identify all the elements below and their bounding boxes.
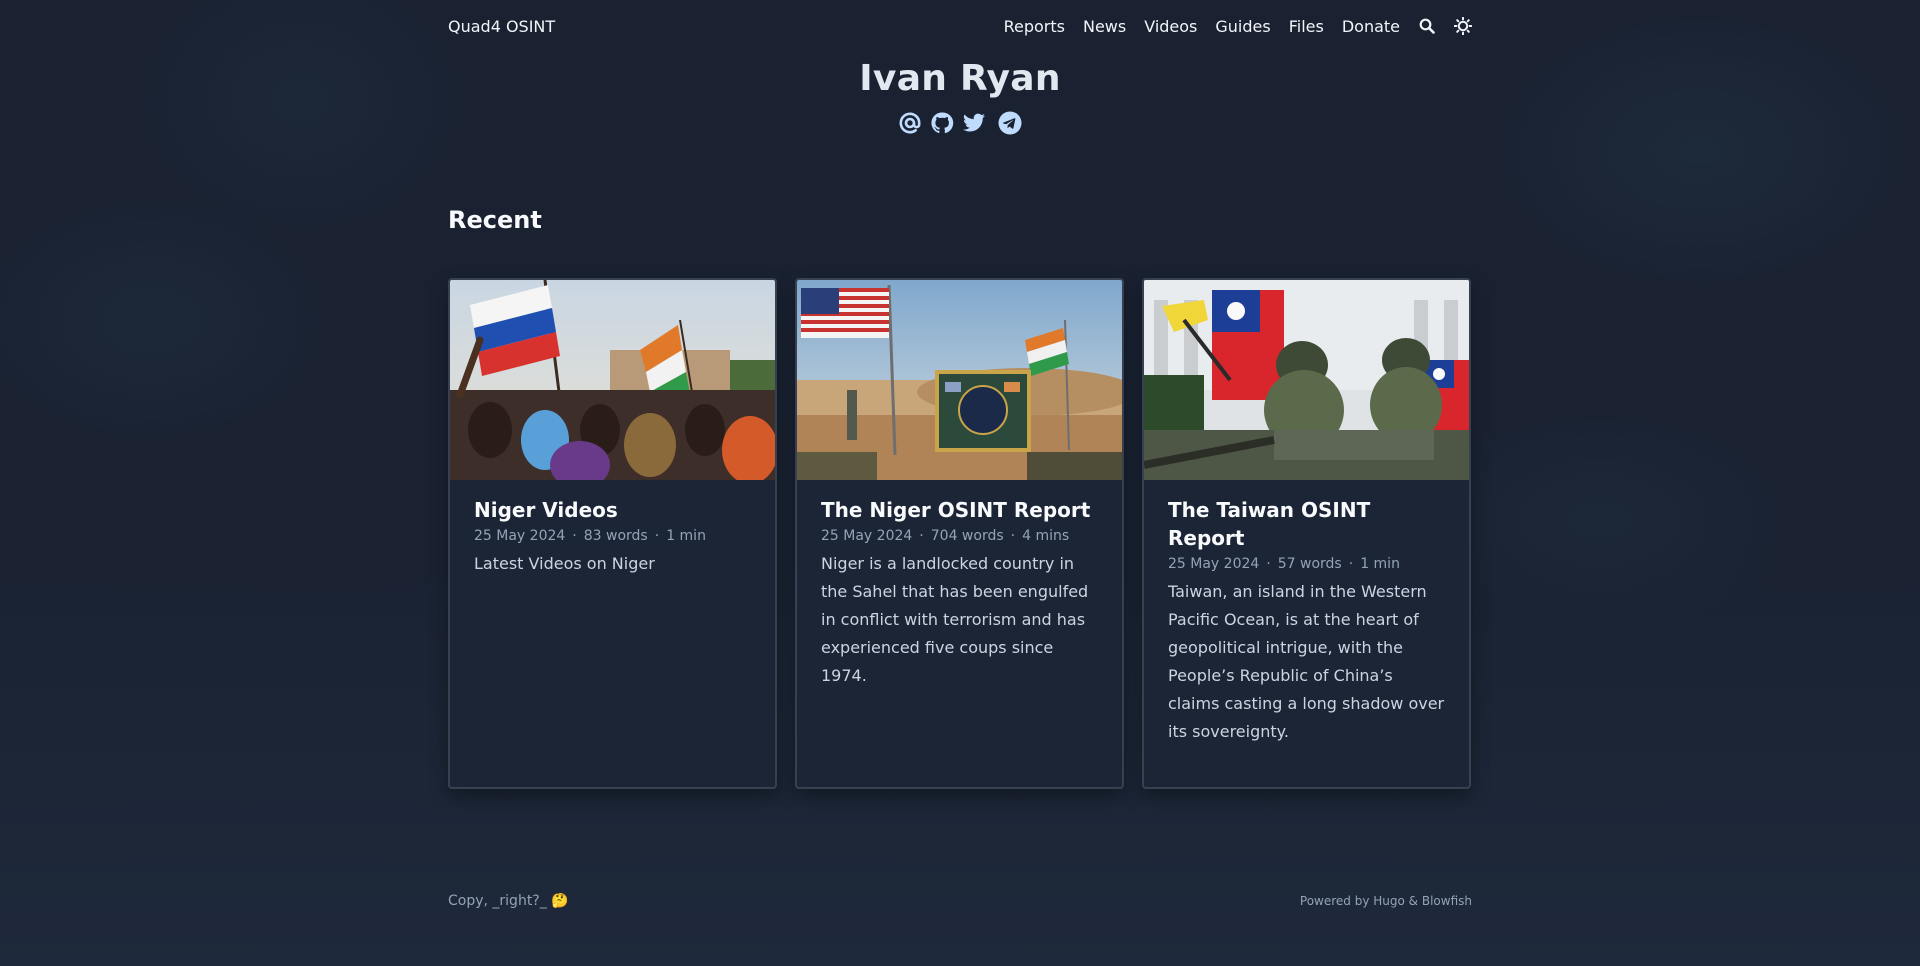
card-word-count: 704 words bbox=[930, 528, 1004, 544]
card-word-count: 83 words bbox=[583, 528, 648, 544]
author-hero: Ivan Ryan bbox=[448, 54, 1472, 136]
card-meta: 25 May 2024 · 83 words · 1 min bbox=[474, 526, 751, 546]
card-date: 25 May 2024 bbox=[474, 528, 566, 544]
card-read-time: 1 min bbox=[666, 528, 706, 544]
card-body: The Niger OSINT Report 25 May 2024 · 704 w… bbox=[797, 480, 1122, 706]
recent-heading: Recent bbox=[448, 206, 542, 234]
card-date: 25 May 2024 bbox=[821, 528, 913, 544]
page-container: Quad4 OSINT Reports News Videos Guides F… bbox=[448, 0, 1472, 909]
card-body: Niger Videos 25 May 2024 · 83 words · 1 min … bbox=[450, 480, 775, 594]
site-title-link[interactable]: Quad4 OSINT bbox=[448, 17, 555, 36]
recent-cards: Niger Videos 25 May 2024 · 83 words · 1 min … bbox=[448, 278, 1472, 789]
card-read-time: 1 min bbox=[1360, 556, 1400, 572]
meta-separator: · bbox=[572, 528, 577, 544]
main-nav: Reports News Videos Guides Files Donate bbox=[986, 17, 1472, 36]
nav-item-news[interactable]: News bbox=[1083, 17, 1126, 36]
nav-item-guides[interactable]: Guides bbox=[1215, 17, 1270, 36]
article-card[interactable]: The Niger OSINT Report 25 May 2024 · 704 w… bbox=[795, 278, 1124, 789]
card-thumbnail-niger-report bbox=[797, 280, 1122, 480]
article-card[interactable]: Niger Videos 25 May 2024 · 83 words · 1 min … bbox=[448, 278, 777, 789]
card-word-count: 57 words bbox=[1277, 556, 1342, 572]
site-footer: Copy, _right?_ 🤔 Powered by Hugo & Blowf… bbox=[448, 893, 1472, 909]
telegram-icon[interactable] bbox=[997, 110, 1023, 136]
card-meta: 25 May 2024 · 704 words · 4 mins bbox=[821, 526, 1098, 546]
article-card[interactable]: The Taiwan OSINT Report 25 May 2024 · 57 w… bbox=[1142, 278, 1471, 789]
social-links bbox=[448, 110, 1472, 136]
powered-by-prefix: Powered by bbox=[1299, 894, 1374, 908]
nav-item-reports[interactable]: Reports bbox=[1004, 17, 1065, 36]
email-icon[interactable] bbox=[897, 110, 923, 136]
powered-by-amp: & bbox=[1404, 894, 1422, 908]
card-body: The Taiwan OSINT Report 25 May 2024 · 57 w… bbox=[1144, 480, 1469, 762]
hugo-link[interactable]: Hugo bbox=[1373, 894, 1405, 908]
site-header: Quad4 OSINT Reports News Videos Guides F… bbox=[448, 0, 1472, 52]
search-icon[interactable] bbox=[1418, 17, 1436, 35]
card-date: 25 May 2024 bbox=[1168, 556, 1260, 572]
sun-icon[interactable] bbox=[1454, 17, 1472, 35]
nav-item-donate[interactable]: Donate bbox=[1342, 17, 1400, 36]
card-thumbnail-niger-videos bbox=[450, 280, 775, 480]
author-name: Ivan Ryan bbox=[859, 58, 1061, 99]
card-thumbnail-taiwan-report bbox=[1144, 280, 1469, 480]
github-icon[interactable] bbox=[929, 110, 955, 136]
card-title[interactable]: Niger Videos bbox=[474, 496, 751, 524]
card-read-time: 4 mins bbox=[1022, 528, 1070, 544]
nav-item-files[interactable]: Files bbox=[1289, 17, 1324, 36]
meta-separator: · bbox=[1010, 528, 1016, 544]
card-summary: Niger is a landlocked country in the Sah… bbox=[821, 554, 1089, 685]
twitter-icon[interactable] bbox=[961, 110, 987, 136]
card-summary: Taiwan, an island in the Western Pacific… bbox=[1168, 582, 1445, 741]
card-meta: 25 May 2024 · 57 words · 1 min bbox=[1168, 554, 1445, 574]
meta-separator: · bbox=[1348, 556, 1354, 572]
card-title[interactable]: The Niger OSINT Report bbox=[821, 496, 1098, 524]
card-summary: Latest Videos on Niger bbox=[474, 554, 655, 573]
blowfish-link[interactable]: Blowfish bbox=[1422, 894, 1472, 908]
card-title[interactable]: The Taiwan OSINT Report bbox=[1168, 496, 1445, 552]
meta-separator: · bbox=[654, 528, 660, 544]
meta-separator: · bbox=[919, 528, 924, 544]
powered-by: Powered by Hugo & Blowfish bbox=[1300, 894, 1472, 908]
copyright-text: Copy, _right?_ 🤔 bbox=[448, 893, 569, 909]
nav-item-videos[interactable]: Videos bbox=[1144, 17, 1197, 36]
meta-separator: · bbox=[1266, 556, 1271, 572]
